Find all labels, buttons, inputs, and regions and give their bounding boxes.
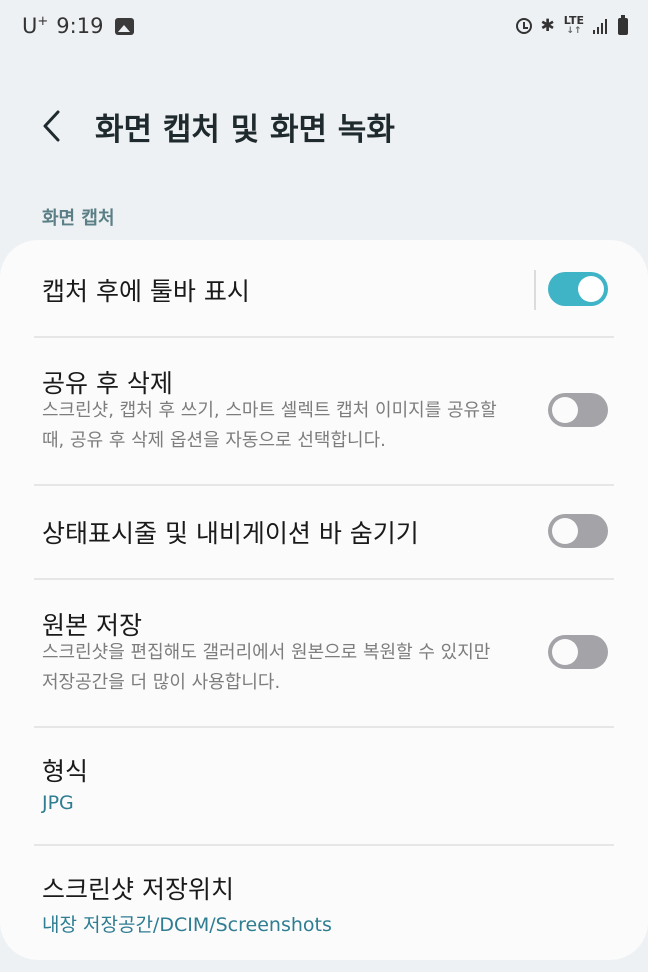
- lte-arrows: ↓↑: [566, 26, 582, 36]
- hide-bars-toggle[interactable]: [548, 514, 608, 548]
- format-title: 형식: [42, 757, 89, 786]
- save-original-toggle[interactable]: [548, 635, 608, 669]
- toggle-knob: [552, 639, 578, 665]
- save-location-title: 스크린샷 저장위치: [42, 875, 234, 904]
- toggle-knob: [578, 276, 604, 302]
- format-value: JPG: [42, 792, 74, 814]
- hide-bars-title: 상태표시줄 및 내비게이션 바 숨기기: [42, 519, 419, 548]
- toolbar-setting-row[interactable]: 캡처 후에 툴바 표시: [0, 240, 648, 336]
- lte-icon: LTE ↓↑: [563, 14, 584, 36]
- toolbar-toggle[interactable]: [548, 272, 608, 306]
- bluetooth-icon: ✱: [540, 15, 555, 36]
- page-title: 화면 캡처 및 화면 녹화: [95, 112, 395, 148]
- toolbar-setting-title: 캡처 후에 툴바 표시: [42, 277, 250, 306]
- section-label: 화면 캡처: [42, 208, 115, 229]
- toggle-knob: [552, 518, 578, 544]
- header: 화면 캡처 및 화면 녹화: [0, 92, 648, 162]
- alarm-icon: [515, 18, 532, 34]
- toggle-knob: [552, 397, 578, 423]
- delete-after-share-description: 스크린샷, 캡처 후 쓰기, 스마트 셀렉트 캡처 이미지를 공유할 때, 공유…: [42, 400, 497, 451]
- delete-after-share-row[interactable]: 공유 후 삭제 스크린샷, 캡처 후 쓰기, 스마트 셀렉트 캡처 이미지를 공…: [0, 338, 648, 484]
- save-location-value: 내장 저장공간/DCIM/Screenshots: [42, 914, 332, 936]
- status-left: U+ 9:19: [22, 14, 135, 38]
- hide-bars-row[interactable]: 상태표시줄 및 내비게이션 바 숨기기: [0, 486, 648, 578]
- delete-after-share-toggle[interactable]: [548, 393, 608, 427]
- format-row[interactable]: 형식 JPG: [0, 728, 648, 844]
- carrier-label: U+: [22, 14, 49, 38]
- save-location-row[interactable]: 스크린샷 저장위치 내장 저장공간/DCIM/Screenshots: [0, 846, 648, 960]
- settings-card: 캡처 후에 툴바 표시 공유 후 삭제 스크린샷, 캡처 후 쓰기, 스마트 셀…: [0, 240, 648, 960]
- status-right: ✱ LTE ↓↑: [515, 14, 628, 36]
- status-bar: U+ 9:19 ✱ LTE ↓↑: [0, 0, 648, 56]
- gallery-icon: [115, 17, 135, 35]
- back-button[interactable]: [36, 106, 68, 146]
- signal-icon: [593, 18, 609, 34]
- lte-label: LTE: [563, 14, 584, 27]
- vertical-separator: [534, 270, 536, 310]
- status-time: 9:19: [56, 14, 104, 38]
- save-original-row[interactable]: 원본 저장 스크린샷을 편집해도 갤러리에서 원본으로 복원할 수 있지만 저장…: [0, 580, 648, 726]
- save-original-description: 스크린샷을 편집해도 갤러리에서 원본으로 복원할 수 있지만 저장공간을 더 …: [42, 642, 491, 693]
- battery-icon: [618, 14, 628, 35]
- save-original-title: 원본 저장: [42, 611, 142, 640]
- delete-after-share-title: 공유 후 삭제: [42, 369, 173, 398]
- chevron-left-icon: [43, 110, 60, 142]
